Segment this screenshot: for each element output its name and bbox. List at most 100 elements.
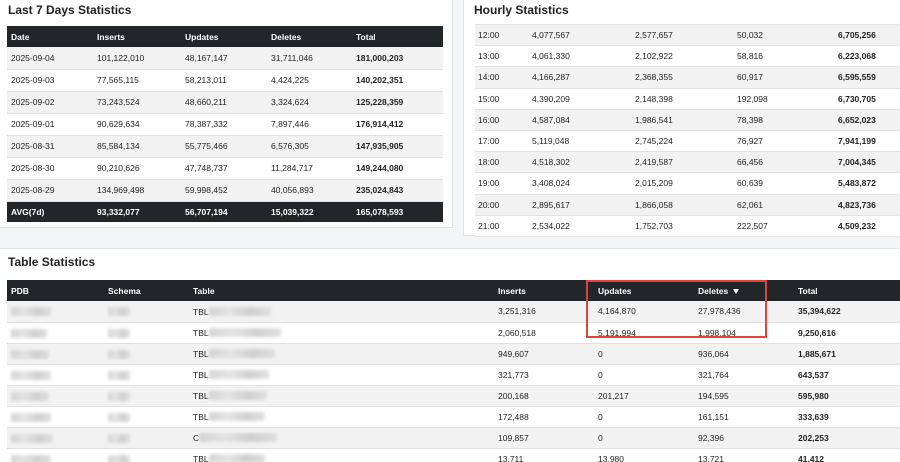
table-name-prefix: TBL — [193, 327, 209, 338]
col-header-date[interactable]: Date — [7, 26, 93, 47]
deletes-cell: 222,507 — [737, 220, 768, 231]
deletes-cell: 6,576,305 — [271, 141, 309, 151]
inserts-cell: 4,518,302 — [532, 157, 570, 168]
date-cell: 2025-09-02 — [11, 97, 55, 107]
updates-cell: 13,980 — [598, 453, 624, 462]
table-name-cell: TBL — [189, 322, 494, 343]
updates-cell: 2,015,209 — [635, 178, 673, 189]
col-header-inserts[interactable]: Inserts — [93, 26, 181, 47]
updates-cell: 0 — [598, 369, 603, 380]
deletes-cell: 50,032 — [737, 30, 763, 41]
table-row: 2025-09-03 77,565,115 58,213,011 4,424,225 1… — [7, 69, 443, 91]
table-name-cell: TBL — [189, 448, 494, 462]
avg-label: AVG(7d) — [11, 206, 45, 217]
deletes-cell: 76,927 — [737, 136, 763, 147]
inserts-cell: 77,565,115 — [97, 75, 139, 85]
total-cell: 147,935,905 — [356, 141, 404, 151]
avg-total: 165,078,593 — [356, 206, 404, 217]
col-header-inserts[interactable]: Inserts — [494, 280, 594, 301]
table-name-prefix: TBL — [193, 306, 209, 317]
last-7-days-table: Date Inserts Updates Deletes Total 2025-… — [7, 26, 443, 222]
total-cell: 149,244,080 — [356, 163, 404, 173]
hour-cell: 18:00 — [478, 157, 500, 168]
updates-cell: 0 — [598, 348, 603, 359]
col-header-deletes[interactable]: Deletes — [694, 280, 794, 301]
total-cell: 41,412 — [798, 453, 824, 462]
redacted-schema — [108, 307, 130, 317]
deletes-cell: 66,456 — [737, 157, 763, 168]
col-header-deletes[interactable]: Deletes — [267, 26, 352, 47]
avg-updates: 56,707,194 — [185, 206, 228, 217]
updates-cell: 78,387,332 — [185, 119, 228, 129]
date-cell: 2025-09-03 — [11, 75, 55, 85]
table-row[interactable]: TBL 949,607 0 936,064 1,885,671 — [7, 343, 900, 364]
hour-cell: 12:00 — [478, 30, 500, 41]
table-row[interactable]: C 109,857 0 92,396 202,253 — [7, 427, 900, 448]
last-7-days-card: Last 7 Days Statistics Date Inserts Upda… — [0, 0, 453, 228]
deletes-cell: 192,098 — [737, 93, 768, 104]
col-header-updates[interactable]: Updates — [594, 280, 694, 301]
table-row: 21:00 2,534,022 1,752,703 222,507 4,509,232 — [475, 215, 900, 237]
table-row[interactable]: TBL 3,251,316 4,164,870 27,978,436 35,394,62… — [7, 301, 900, 322]
col-header-table[interactable]: Table — [189, 280, 494, 301]
table-row[interactable]: TBL 172,488 0 161,151 333,639 — [7, 406, 900, 427]
inserts-cell: 85,584,134 — [97, 141, 140, 151]
hour-cell: 21:00 — [478, 220, 500, 231]
col-header-total[interactable]: Total — [352, 26, 443, 47]
inserts-cell: 4,061,330 — [532, 51, 570, 62]
deletes-cell: 3,324,624 — [271, 97, 309, 107]
deletes-cell: 31,711,046 — [271, 52, 313, 63]
total-cell: 333,639 — [798, 411, 829, 422]
table-header-row: Date Inserts Updates Deletes Total — [7, 26, 443, 47]
redacted-table-name — [208, 412, 265, 422]
inserts-cell: 4,166,287 — [532, 72, 570, 83]
updates-cell: 58,213,011 — [185, 75, 227, 85]
date-cell: 2025-08-31 — [11, 141, 55, 151]
date-cell: 2025-09-04 — [11, 52, 55, 63]
table-name-cell: TBL — [189, 364, 494, 385]
redacted-schema — [108, 433, 130, 443]
table-row: 12:00 4,077,567 2,577,657 50,032 6,705,256 — [475, 24, 900, 46]
inserts-cell: 4,077,567 — [532, 30, 570, 41]
updates-cell: 1,752,703 — [635, 220, 673, 231]
deletes-cell: 13,721 — [698, 453, 724, 462]
redacted-schema — [108, 454, 130, 462]
updates-cell: 5,191,994 — [598, 327, 636, 338]
hour-cell: 14:00 — [478, 72, 500, 83]
total-cell: 181,000,203 — [356, 52, 404, 63]
col-header-total[interactable]: Total — [794, 280, 900, 301]
updates-cell: 0 — [598, 411, 603, 422]
deletes-cell: 78,398 — [737, 114, 763, 125]
redacted-table-name — [208, 328, 281, 338]
table-row[interactable]: TBL 13,711 13,980 13,721 41,412 — [7, 448, 900, 462]
redacted-table-name — [208, 454, 265, 462]
schema-cell — [104, 343, 189, 364]
redacted-schema — [108, 412, 130, 422]
table-statistics-title: Table Statistics — [8, 255, 96, 269]
inserts-cell: 5,119,048 — [532, 136, 570, 147]
sort-desc-icon[interactable] — [733, 288, 740, 294]
table-name-prefix: TBL — [193, 369, 209, 380]
col-header-schema[interactable]: Schema — [104, 280, 189, 301]
redacted-schema — [108, 349, 130, 359]
col-header-pdb[interactable]: PDB — [7, 280, 104, 301]
updates-cell: 201,217 — [598, 390, 629, 401]
table-row: 2025-08-30 90,210,626 47,748,737 11,284,717… — [7, 157, 443, 179]
redacted-pdb — [11, 412, 51, 422]
table-row: 2025-09-02 73,243,524 48,660,211 3,324,624 1… — [7, 91, 443, 113]
inserts-cell: 172,488 — [498, 411, 529, 422]
updates-cell: 47,748,737 — [185, 163, 228, 173]
redacted-table-name — [199, 433, 278, 443]
deletes-cell: 161,151 — [698, 411, 729, 422]
table-row[interactable]: TBL 2,060,518 5,191,994 1,998,104 9,250,616 — [7, 322, 900, 343]
col-header-updates[interactable]: Updates — [181, 26, 267, 47]
table-name-prefix: TBL — [193, 348, 209, 359]
table-row[interactable]: TBL 321,773 0 321,764 643,537 — [7, 364, 900, 385]
deletes-cell: 936,064 — [698, 348, 729, 359]
table-row[interactable]: TBL 200,168 201,217 194,595 595,980 — [7, 385, 900, 406]
inserts-cell: 13,711 — [498, 453, 524, 462]
table-row: 2025-09-04 101,122,010 48,167,147 31,711,04… — [7, 47, 443, 69]
updates-cell: 1,986,541 — [635, 114, 673, 125]
schema-cell — [104, 385, 189, 406]
hour-cell: 16:00 — [478, 114, 500, 125]
